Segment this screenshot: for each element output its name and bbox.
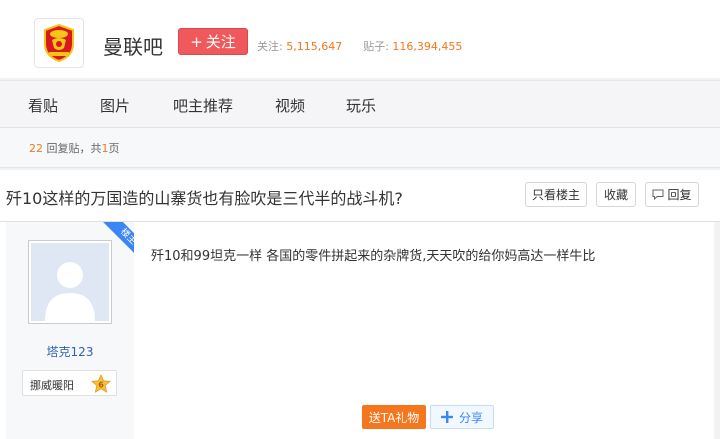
level-number: 6 bbox=[98, 381, 104, 390]
reply-button[interactable]: 回复 bbox=[645, 182, 699, 207]
reply-label-mid: 回复贴，共 bbox=[46, 142, 102, 155]
reply-count: 22 bbox=[29, 142, 43, 155]
forum-logo[interactable] bbox=[34, 18, 84, 68]
thread-title-bar: 歼10这样的万国造的山寨货也有脸吹是三代半的战斗机? 只看楼主 收藏 回复 bbox=[0, 170, 720, 222]
plus-icon: + bbox=[190, 32, 203, 51]
send-gift-button[interactable]: 送TA礼物 bbox=[362, 405, 426, 429]
followers-label: 关注: bbox=[257, 40, 283, 53]
followers-count: 5,115,647 bbox=[286, 40, 343, 53]
nav-item-recommended[interactable]: 吧主推荐 bbox=[173, 95, 233, 116]
follow-button[interactable]: + 关注 bbox=[178, 28, 248, 55]
forum-header: 曼联吧 + 关注 关注: 5,115,647 贴子: 116,394,455 bbox=[0, 0, 720, 78]
thread-title: 歼10这样的万国造的山寨货也有脸吹是三代半的战斗机? bbox=[6, 189, 403, 208]
posts-count: 116,394,455 bbox=[392, 40, 463, 53]
reply-button-label: 回复 bbox=[667, 188, 692, 202]
nav-item-images[interactable]: 图片 bbox=[100, 95, 130, 116]
forum-title[interactable]: 曼联吧 bbox=[103, 31, 163, 60]
level-badge[interactable]: 挪威暖阳 6 bbox=[22, 370, 117, 396]
nav-item-games[interactable]: 玩乐 bbox=[346, 95, 376, 116]
reply-info-bar: 22 回复贴，共1页 bbox=[0, 128, 720, 168]
comment-icon bbox=[652, 189, 664, 200]
level-star-icon: 6 bbox=[91, 374, 111, 393]
author-name[interactable]: 塔克123 bbox=[6, 343, 134, 360]
reply-label-end: 页 bbox=[108, 142, 120, 155]
op-badge: 楼主 bbox=[94, 222, 134, 262]
page-count: 1 bbox=[101, 142, 109, 155]
share-label: 分享 bbox=[458, 410, 483, 425]
nav-item-posts[interactable]: 看贴 bbox=[28, 95, 58, 116]
page-edge bbox=[714, 222, 720, 439]
share-plus-icon bbox=[440, 411, 453, 423]
manchester-united-crest-icon bbox=[44, 23, 74, 63]
post-content: 歼10和99坦克一样 各国的零件拼起来的杂牌货,天天吹的给你妈高达一样牛比 bbox=[151, 249, 596, 264]
only-op-label: 只看楼主 bbox=[531, 188, 580, 202]
nav-item-videos[interactable]: 视频 bbox=[275, 95, 305, 116]
forum-stats: 关注: 5,115,647 贴子: 116,394,455 bbox=[257, 38, 462, 54]
post-floor: 楼主 塔克123 挪威暖阳 6 歼10和99坦克一样 各国的零件拼起来的杂牌货,… bbox=[0, 222, 720, 439]
forum-nav: 看贴 图片 吧主推荐 视频 玩乐 bbox=[0, 80, 720, 128]
follow-button-label: 关注 bbox=[205, 33, 236, 51]
author-panel: 楼主 塔克123 挪威暖阳 6 bbox=[6, 222, 134, 439]
only-op-button[interactable]: 只看楼主 bbox=[525, 182, 587, 207]
level-name: 挪威暖阳 bbox=[30, 379, 74, 392]
posts-label: 贴子: bbox=[363, 40, 389, 53]
favorite-label: 收藏 bbox=[603, 188, 628, 202]
send-gift-label: 送TA礼物 bbox=[368, 410, 420, 425]
reply-info: 22 回复贴，共1页 bbox=[29, 140, 120, 156]
share-button[interactable]: 分享 bbox=[430, 405, 494, 429]
op-badge-label: 楼主 bbox=[101, 222, 134, 262]
favorite-button[interactable]: 收藏 bbox=[596, 182, 636, 207]
